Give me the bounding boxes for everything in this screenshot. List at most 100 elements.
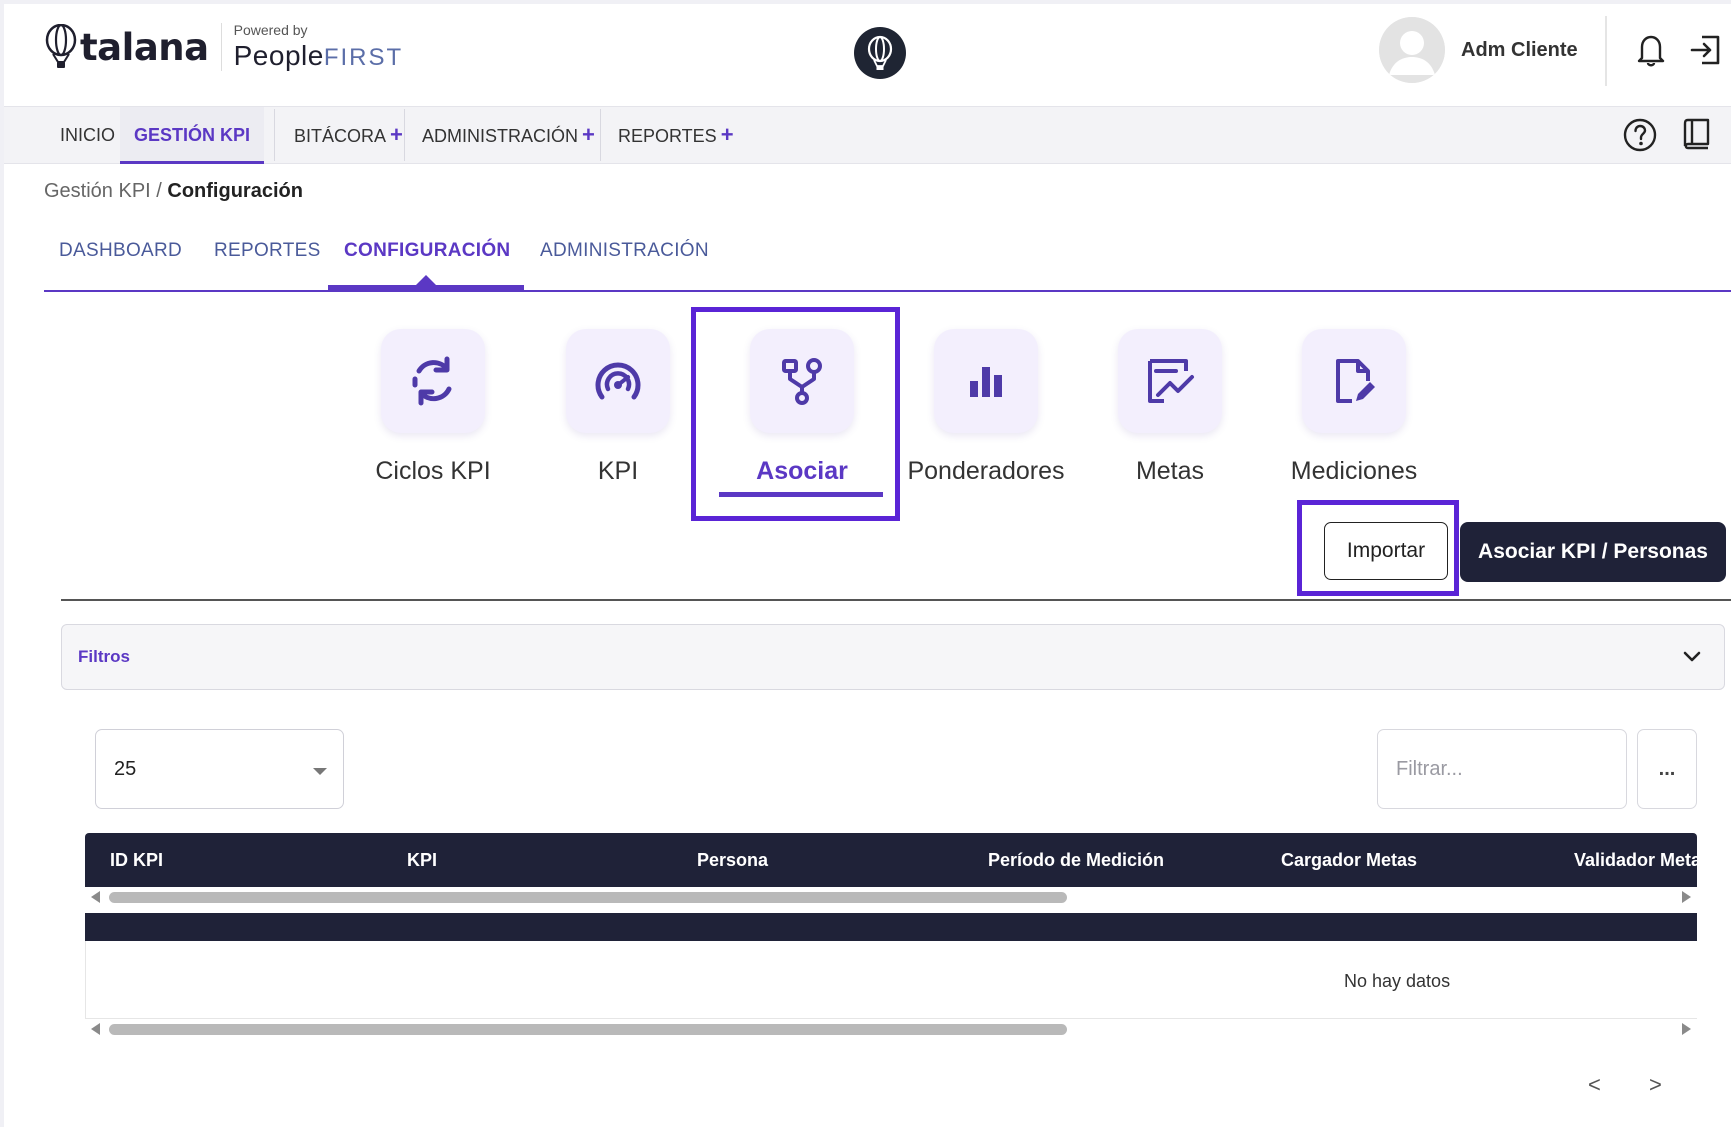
nav-label: REPORTES	[618, 126, 717, 146]
bar-chart-icon	[970, 367, 1002, 397]
column-header-periodo-medicion[interactable]: Período de Medición	[988, 850, 1164, 871]
tile-ponderadores[interactable]: Ponderadores	[906, 329, 1066, 486]
scroll-left-icon[interactable]	[91, 891, 100, 903]
plus-icon: +	[582, 122, 595, 147]
page-size-select[interactable]: 25	[95, 729, 344, 809]
first-text: FIRST	[323, 44, 404, 71]
column-header-validador-meta[interactable]: Validador Meta	[1574, 850, 1697, 871]
header-divider	[1605, 16, 1607, 86]
filters-label: Filtros	[78, 647, 130, 666]
top-header: talana Powered by PeopleFIRST Adm Client…	[4, 4, 1731, 106]
breadcrumb-current: Configuración	[167, 180, 303, 202]
tile-label: Ciclos KPI	[375, 457, 491, 485]
page: talana Powered by PeopleFIRST Adm Client…	[4, 4, 1731, 1127]
tile-label: Ponderadores	[907, 457, 1065, 485]
highlight-box-asociar	[691, 307, 900, 521]
tab-administracion[interactable]: ADMINISTRACIÓN	[540, 240, 709, 262]
cycle-icon	[412, 356, 452, 406]
page-size-value: 25	[114, 758, 137, 780]
book-icon[interactable]	[1680, 116, 1714, 152]
people-text: People	[233, 40, 324, 71]
talana-logo[interactable]: talana Powered by PeopleFIRST	[44, 22, 403, 72]
plus-icon: +	[390, 122, 403, 147]
user-silhouette-icon	[1379, 17, 1445, 83]
nav-divider	[404, 109, 405, 161]
bell-icon[interactable]	[1634, 32, 1668, 68]
logo-wordmark: talana	[80, 25, 209, 69]
tile-label: KPI	[597, 457, 639, 485]
plus-icon: +	[720, 122, 734, 147]
tab-reportes[interactable]: REPORTES	[214, 240, 321, 262]
horizontal-scrollbar-bottom[interactable]	[85, 1019, 1697, 1039]
nav-label: ADMINISTRACIÓN	[422, 126, 579, 146]
table-header: ID KPI KPI Persona Período de Medición C…	[85, 833, 1697, 887]
logo-separator	[220, 23, 222, 71]
data-table: ID KPI KPI Persona Período de Medición C…	[85, 833, 1697, 1041]
scroll-thumb[interactable]	[109, 1024, 1067, 1035]
user-name: Adm Cliente	[1461, 38, 1578, 61]
nav-item-bitacora[interactable]: BITÁCORA +	[280, 107, 417, 164]
breadcrumb: Gestión KPI / Configuración	[44, 180, 303, 203]
import-button[interactable]: Importar	[1324, 522, 1448, 580]
more-options-button[interactable]: ...	[1637, 729, 1697, 809]
logout-icon[interactable]	[1688, 32, 1724, 68]
tile-icon-box	[566, 329, 670, 433]
main-nav: INICIO GESTIÓN KPI BITÁCORA + ADMINISTRAC…	[4, 106, 1731, 164]
nav-label: GESTIÓN KPI	[134, 125, 251, 145]
tile-metas[interactable]: Metas	[1090, 329, 1250, 486]
tile-mediciones[interactable]: Mediciones	[1274, 329, 1434, 486]
column-header-persona[interactable]: Persona	[697, 850, 768, 871]
filter-input[interactable]	[1377, 729, 1627, 809]
powered-by-block: Powered by PeopleFIRST	[234, 22, 404, 72]
center-balloon-logo[interactable]	[854, 27, 906, 79]
tile-icon-box	[1118, 329, 1222, 433]
table-filter-row	[85, 913, 1697, 941]
tab-configuracion[interactable]: CONFIGURACIÓN	[344, 240, 510, 262]
balloon-logo-icon	[45, 24, 77, 68]
nav-item-administracion[interactable]: ADMINISTRACIÓN +	[408, 107, 609, 164]
active-tab-caret	[416, 275, 436, 285]
nav-item-reportes[interactable]: REPORTES +	[604, 107, 748, 164]
column-header-id-kpi[interactable]: ID KPI	[110, 850, 163, 871]
horizontal-scrollbar-top[interactable]	[85, 887, 1697, 907]
tile-kpi[interactable]: KPI	[538, 329, 698, 486]
nav-item-gestion-kpi[interactable]: GESTIÓN KPI	[120, 107, 265, 164]
powered-by-text: Powered by	[233, 22, 308, 38]
empty-state-text: No hay datos	[1344, 971, 1451, 991]
scroll-right-icon[interactable]	[1682, 891, 1691, 903]
avatar[interactable]	[1379, 17, 1445, 83]
breadcrumb-parent[interactable]: Gestión KPI /	[44, 180, 167, 202]
scroll-thumb[interactable]	[109, 892, 1067, 903]
trend-board-icon	[1148, 359, 1194, 403]
nav-divider	[274, 109, 275, 161]
nav-item-inicio[interactable]: INICIO	[46, 107, 129, 164]
chevron-down-icon[interactable]	[1680, 645, 1704, 669]
document-edit-icon	[1336, 359, 1375, 403]
scroll-left-icon[interactable]	[91, 1023, 100, 1035]
balloon-icon	[867, 35, 893, 70]
nav-divider	[600, 109, 601, 161]
gauge-icon	[595, 362, 641, 400]
nav-label: INICIO	[60, 125, 116, 145]
user-menu[interactable]: Adm Cliente	[1379, 17, 1578, 83]
help-icon[interactable]	[1622, 117, 1658, 153]
pagination-prev[interactable]: <	[1588, 1072, 1601, 1098]
tile-ciclos-kpi[interactable]: Ciclos KPI	[353, 329, 513, 486]
tile-label: Metas	[1135, 457, 1205, 485]
sub-tabs: DASHBOARD REPORTES CONFIGURACIÓN ADMINIS…	[44, 220, 1731, 292]
filters-panel[interactable]: Filtros	[61, 624, 1725, 690]
pagination-next[interactable]: >	[1649, 1072, 1662, 1098]
column-header-kpi[interactable]: KPI	[407, 850, 437, 871]
tile-label: Mediciones	[1290, 457, 1418, 485]
column-header-cargador-metas[interactable]: Cargador Metas	[1281, 850, 1417, 871]
associate-kpi-personas-button[interactable]: Asociar KPI / Personas	[1460, 522, 1726, 582]
caret-down-icon	[313, 768, 327, 775]
tile-icon-box	[1302, 329, 1406, 433]
nav-label: BITÁCORA	[294, 126, 387, 146]
peoplefirst-wordmark: PeopleFIRST	[234, 40, 404, 72]
tile-icon-box	[381, 329, 485, 433]
scroll-right-icon[interactable]	[1682, 1023, 1691, 1035]
tab-dashboard[interactable]: DASHBOARD	[59, 240, 182, 262]
active-tab-underline	[328, 285, 524, 291]
table-empty-row: No hay datos	[85, 941, 1697, 1019]
